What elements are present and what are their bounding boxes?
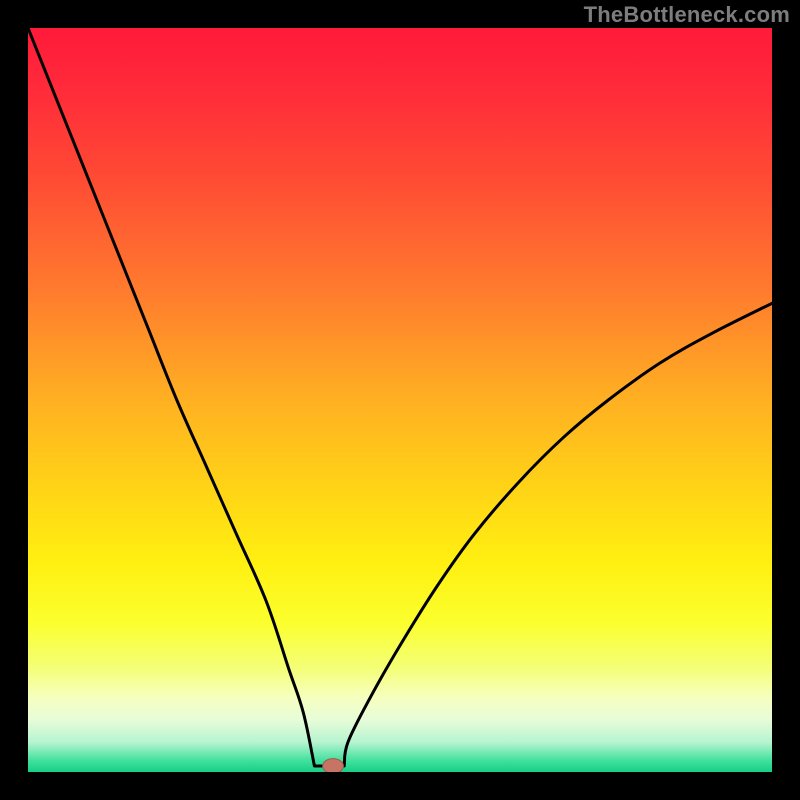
plot-area bbox=[28, 28, 772, 772]
watermark-text: TheBottleneck.com bbox=[584, 2, 790, 28]
optimal-point-marker bbox=[323, 759, 344, 772]
gradient-background bbox=[28, 28, 772, 772]
chart-frame: TheBottleneck.com bbox=[0, 0, 800, 800]
chart-svg bbox=[28, 28, 772, 772]
